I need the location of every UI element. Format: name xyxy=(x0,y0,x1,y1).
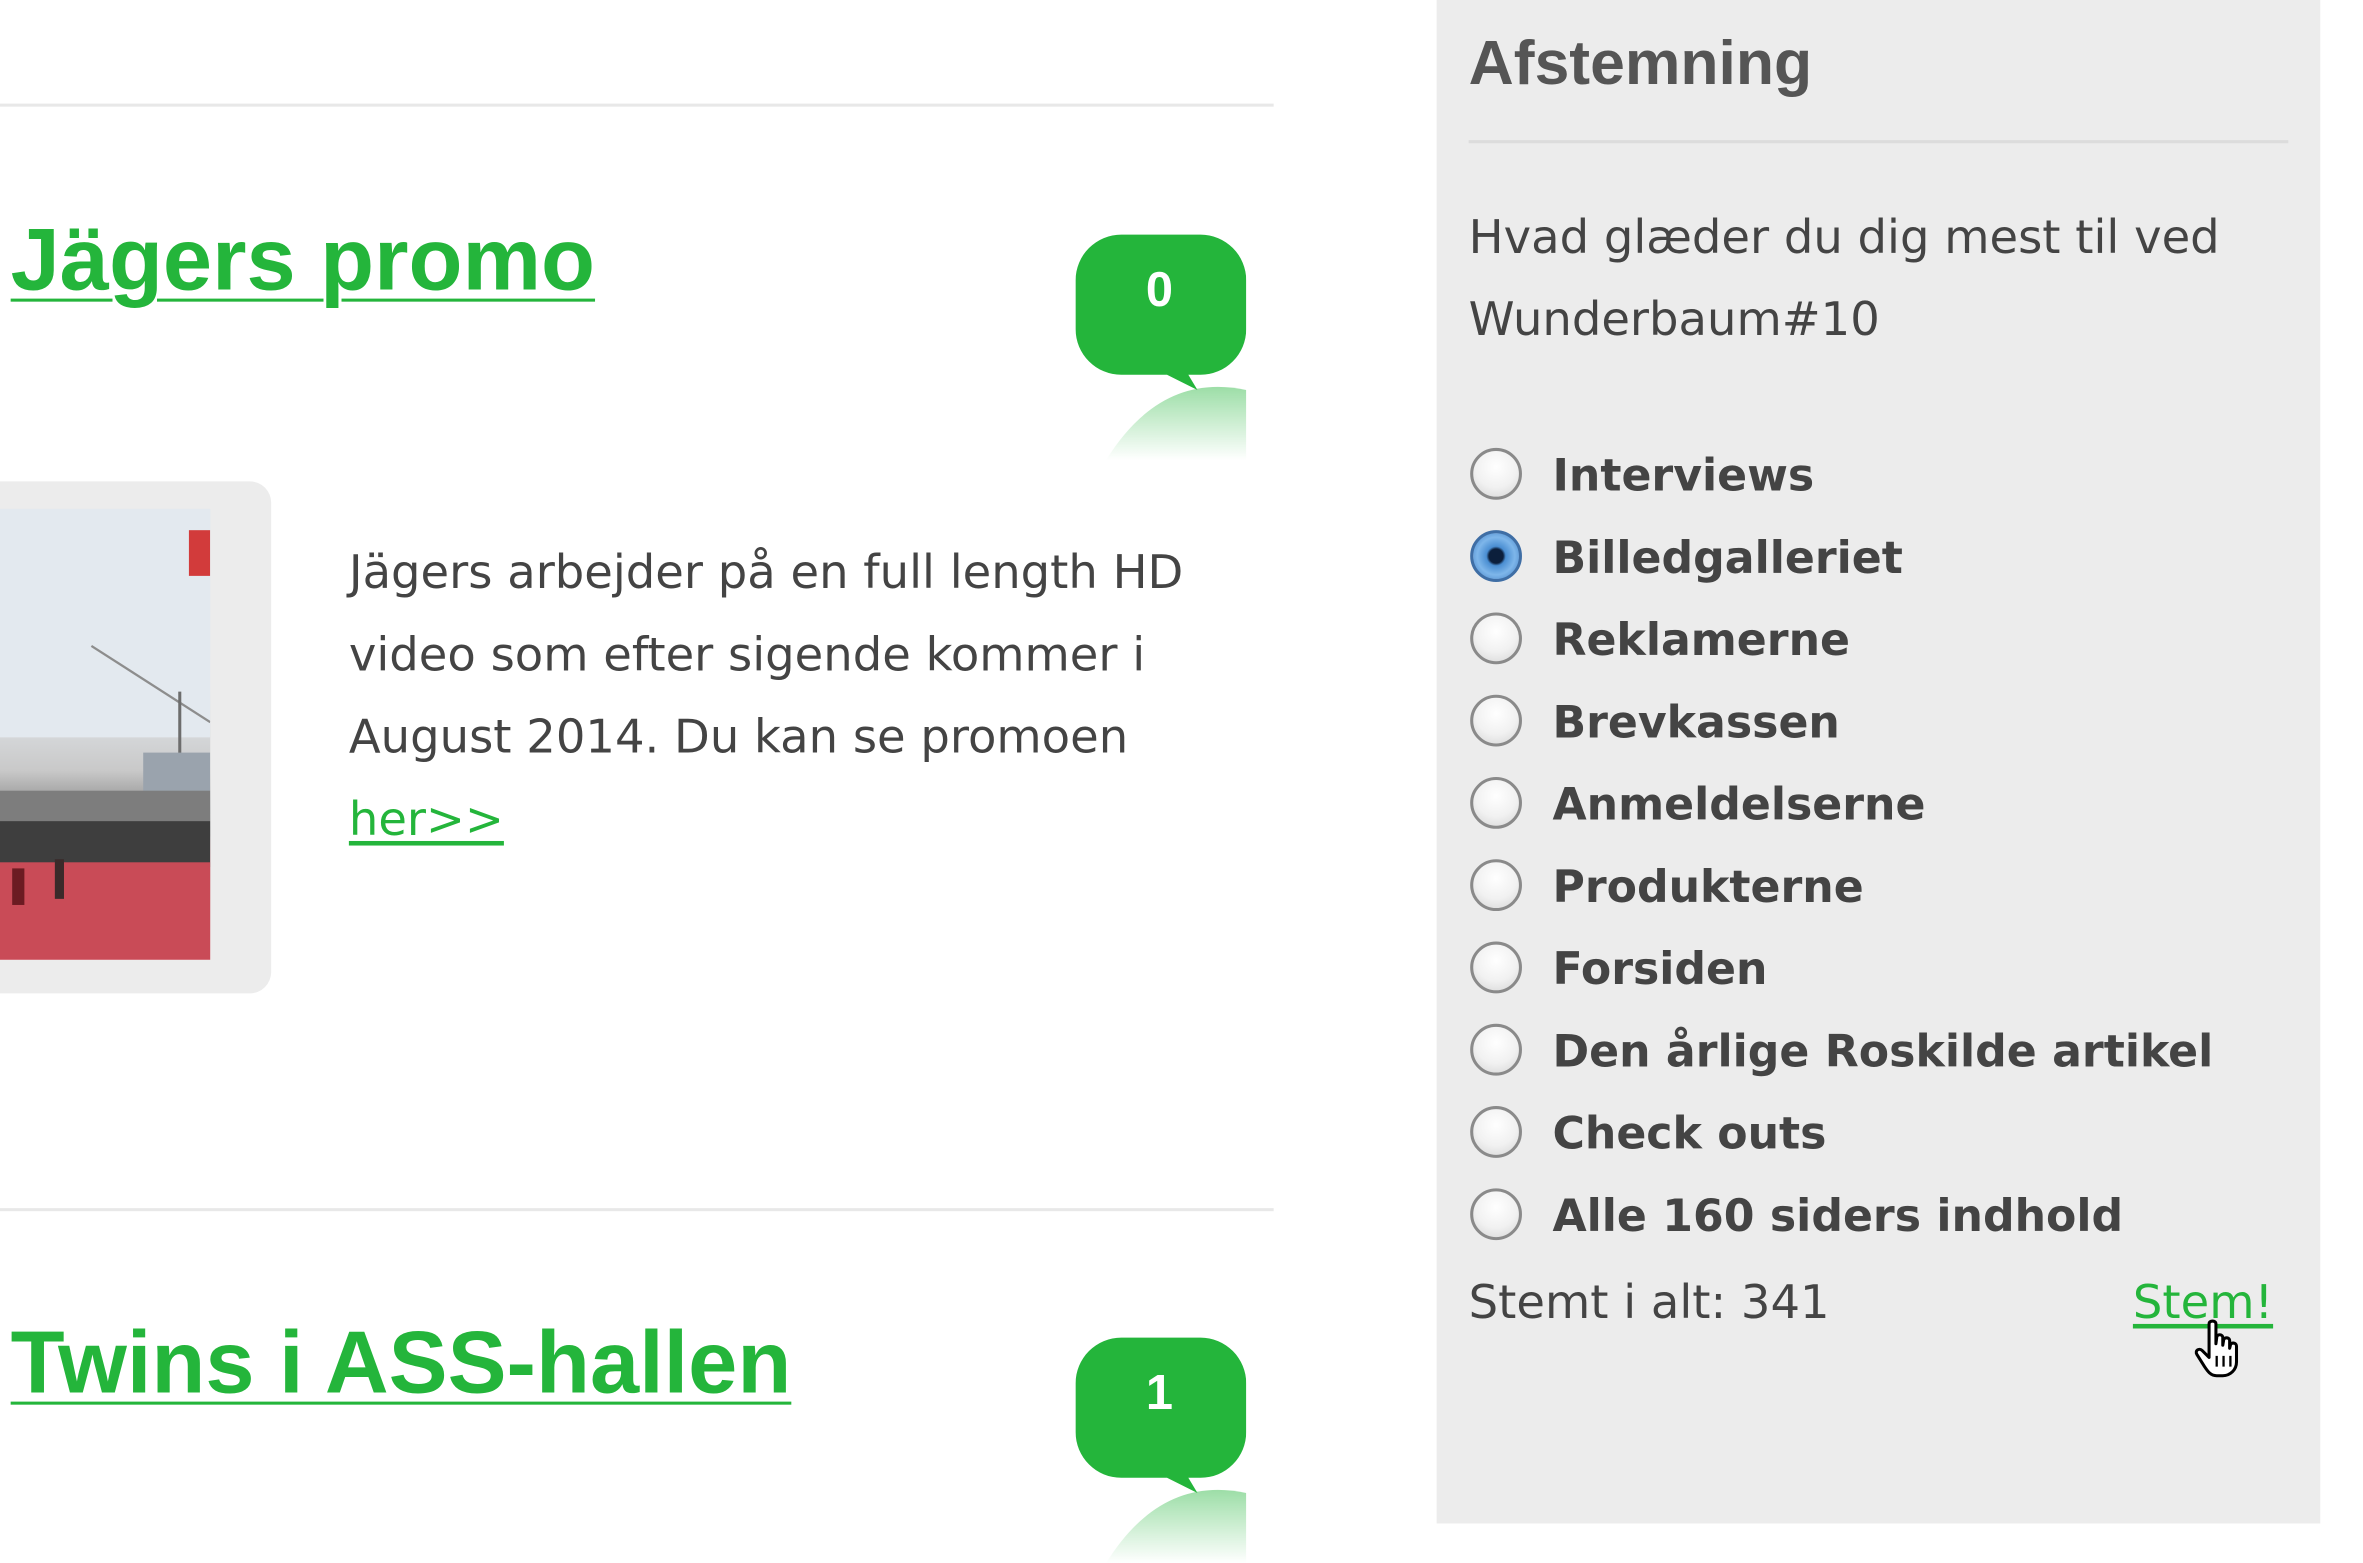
poll-option-label: Den årlige Roskilde artikel xyxy=(1552,1025,2214,1078)
poll-option-interviews[interactable]: Interviews xyxy=(1469,445,2276,512)
radio-button-selected[interactable] xyxy=(1470,530,1522,582)
poll-option-label: Billedgalleriet xyxy=(1552,531,1903,584)
radio-button[interactable] xyxy=(1470,859,1522,912)
sidebar: Afstemning Hvad glæder du dig mest til v… xyxy=(0,0,2361,1524)
radio-button[interactable] xyxy=(1470,447,1522,500)
poll-option-reklamerne[interactable]: Reklamerne xyxy=(1469,609,2276,676)
radio-button[interactable] xyxy=(1470,694,1522,747)
poll-option-label: Produkterne xyxy=(1552,860,1864,913)
poll-total-votes: Stemt i alt: 341 xyxy=(1468,1276,1830,1331)
poll-option-label: Alle 160 siders indhold xyxy=(1552,1189,2124,1242)
poll-option-alle-160-sider[interactable]: Alle 160 siders indhold xyxy=(1469,1185,2276,1252)
poll-option-check-outs[interactable]: Check outs xyxy=(1469,1103,2276,1170)
radio-button[interactable] xyxy=(1470,941,1522,994)
poll-option-label: Anmeldelserne xyxy=(1552,778,1926,831)
hand-pointer-icon xyxy=(2194,1319,2239,1378)
poll-title-divider xyxy=(1468,140,2289,144)
poll-option-label: Check outs xyxy=(1552,1107,1827,1160)
radio-button[interactable] xyxy=(1470,612,1522,665)
poll-question: Hvad glæder du dig mest til ved Wunderba… xyxy=(1468,211,2220,348)
radio-button[interactable] xyxy=(1470,776,1522,829)
poll-option-label: Brevkassen xyxy=(1552,696,1840,749)
radio-button[interactable] xyxy=(1470,1023,1522,1076)
poll-option-forsiden[interactable]: Forsiden xyxy=(1469,938,2276,1005)
poll-option-produkterne[interactable]: Produkterne xyxy=(1469,856,2276,923)
poll-option-label: Forsiden xyxy=(1552,943,1768,995)
radio-button[interactable] xyxy=(1470,1106,1522,1158)
poll-option-label: Interviews xyxy=(1552,449,1815,502)
poll-option-anmeldelserne[interactable]: Anmeldelserne xyxy=(1469,774,2276,841)
poll-option-roskilde-artikel[interactable]: Den årlige Roskilde artikel xyxy=(1469,1021,2276,1088)
poll-option-brevkassen[interactable]: Brevkassen xyxy=(1469,692,2276,759)
poll-option-billedgalleriet[interactable]: Billedgalleriet xyxy=(1469,527,2276,594)
radio-button[interactable] xyxy=(1470,1188,1522,1241)
poll-title: Afstemning xyxy=(1468,27,1813,98)
poll-option-label: Reklamerne xyxy=(1552,613,1850,666)
